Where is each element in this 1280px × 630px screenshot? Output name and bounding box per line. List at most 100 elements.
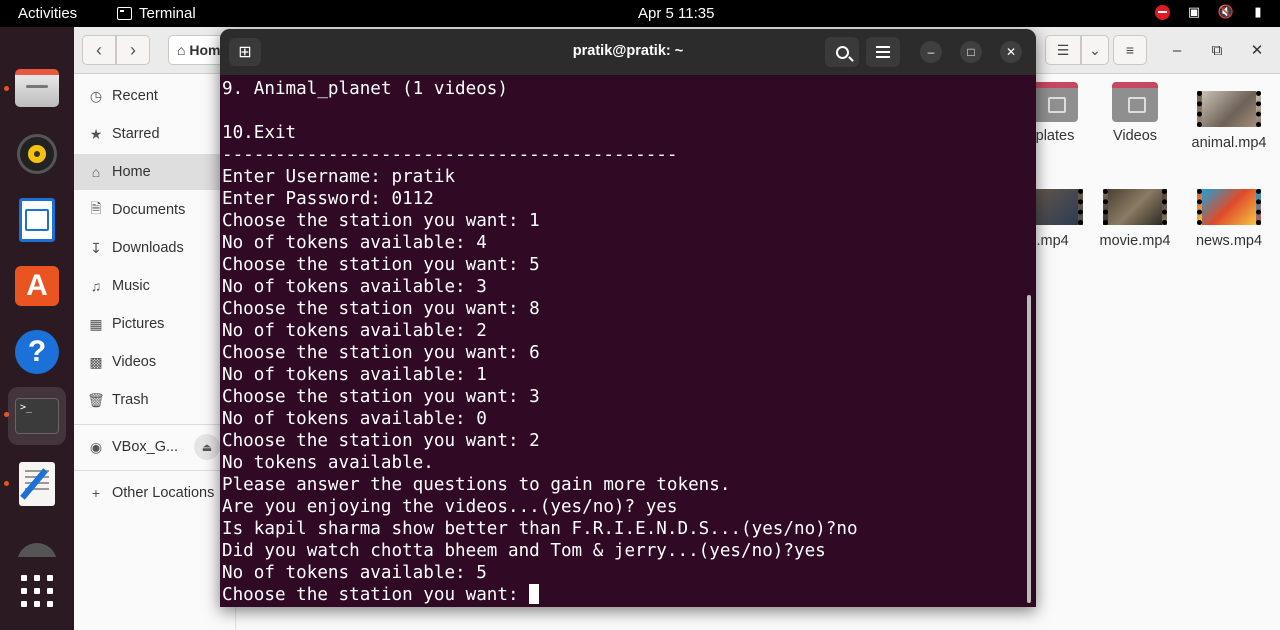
system-tray[interactable]: ▣ 🔇 ▮ [1154, 4, 1266, 20]
clock-icon: ◷ [89, 87, 103, 104]
network-icon[interactable]: ▣ [1186, 4, 1202, 20]
terminal-prompt-line[interactable]: Choose the station you want: [222, 584, 1022, 606]
sidebar-item-starred[interactable]: ★ Starred [74, 116, 236, 152]
file-animal-mp4[interactable]: animal.mp4 [1184, 91, 1274, 151]
folder-icon [1032, 82, 1078, 122]
terminal-line: Choose the station you want: 1 [222, 211, 540, 231]
terminal-app-icon: >_ [15, 398, 59, 434]
files-sidebar: ◷ Recent ★ Starred ⌂ Home 🗎 Documents ↧ Downl… [74, 74, 236, 630]
text-cursor [529, 584, 540, 604]
app-menu[interactable]: Terminal [117, 5, 196, 22]
file-videos-folder[interactable]: Videos [1090, 82, 1180, 144]
terminal-line: ----------------------------------------… [222, 145, 678, 165]
maximize-button[interactable]: ⧉ [1206, 39, 1228, 61]
dock-software[interactable]: A [8, 257, 66, 315]
search-icon [835, 45, 849, 59]
path-home-button[interactable]: ⌂ Home [168, 35, 228, 65]
file-label: l.mp4 [1033, 233, 1069, 249]
sidebar-item-downloads[interactable]: ↧ Downloads [74, 230, 236, 266]
terminal-scrollbar[interactable] [1027, 295, 1031, 603]
dock-writer[interactable] [8, 191, 66, 249]
sidebar-item-recent[interactable]: ◷ Recent [74, 78, 236, 114]
divider [74, 470, 236, 471]
clock[interactable]: Apr 5 11:35 [638, 5, 714, 22]
terminal-close-button[interactable]: ✕ [1000, 41, 1022, 63]
terminal-line: Choose the station you want: 6 [222, 343, 540, 363]
sidebar-item-label: Documents [112, 202, 186, 218]
minimize-icon: – [1172, 41, 1182, 59]
terminal-line: Choose the station you want: 3 [222, 387, 540, 407]
sidebar-item-home[interactable]: ⌂ Home [74, 154, 236, 190]
disc-icon: ◉ [89, 438, 103, 455]
sidebar-item-trash[interactable]: 🗑 Trash [74, 382, 236, 418]
files-menu-button[interactable]: ≡ [1113, 35, 1147, 65]
sidebar-item-videos[interactable]: ▩ Videos [74, 344, 236, 380]
chevron-down-icon: ⌄ [1089, 41, 1101, 58]
list-view-button[interactable]: ☰ [1045, 35, 1081, 65]
do-not-disturb-icon[interactable] [1154, 4, 1170, 20]
text-editor-icon [19, 462, 55, 506]
minimize-button[interactable]: – [1166, 39, 1188, 61]
terminal-line: No of tokens available: 1 [222, 365, 487, 385]
rhythmbox-icon [17, 134, 57, 174]
file-label: news.mp4 [1195, 233, 1263, 249]
video-icon: ▩ [89, 353, 103, 370]
picture-icon: ▦ [89, 315, 103, 332]
terminal-icon [117, 7, 132, 20]
battery-icon[interactable]: ▮ [1250, 4, 1266, 20]
plus-icon: + [91, 485, 101, 501]
terminal-line: Please answer the questions to gain more… [222, 475, 731, 495]
terminal-line: Choose the station you want: 2 [222, 431, 540, 451]
sidebar-item-music[interactable]: ♫ Music [74, 268, 236, 304]
dock-rhythmbox[interactable] [8, 125, 66, 183]
app-name: Terminal [139, 5, 196, 22]
folder-icon [1112, 82, 1158, 122]
terminal-maximize-button[interactable]: □ [960, 41, 982, 63]
close-button[interactable]: ✕ [1246, 39, 1268, 61]
show-apps-button[interactable] [8, 562, 66, 620]
terminal-search-button[interactable] [825, 37, 859, 67]
close-icon: ✕ [1250, 42, 1264, 59]
dock-help[interactable]: ? [8, 323, 66, 381]
dock-terminal[interactable]: >_ [8, 387, 66, 445]
sidebar-item-label: VBox_G... [112, 439, 179, 455]
terminal-minimize-button[interactable]: – [920, 41, 942, 63]
chevron-left-icon: ‹ [96, 39, 102, 60]
software-store-icon: A [15, 266, 59, 306]
view-options-button[interactable]: ⌄ [1081, 35, 1109, 65]
sidebar-item-label: Music [112, 278, 150, 294]
terminal-output[interactable]: 9. Animal_planet (1 videos) 10.Exit ------… [222, 78, 1022, 607]
terminal-menu-button[interactable] [866, 37, 900, 67]
video-thumbnail [1197, 189, 1261, 225]
sidebar-item-other-locations[interactable]: + Other Locations [74, 475, 236, 511]
terminal-titlebar: ⊞ pratik@pratik: ~ – □ ✕ [220, 29, 1036, 75]
sidebar-item-documents[interactable]: 🗎 Documents [74, 192, 236, 228]
eject-button[interactable]: ⏏ [194, 434, 220, 460]
forward-button[interactable]: › [116, 35, 150, 65]
sidebar-item-label: Trash [112, 392, 149, 408]
back-button[interactable]: ‹ [82, 35, 116, 65]
star-icon: ★ [89, 125, 103, 142]
file-news-mp4[interactable]: news.mp4 [1184, 189, 1274, 249]
dock: A ? >_ [0, 27, 74, 630]
help-icon: ? [15, 330, 59, 374]
sidebar-item-pictures[interactable]: ▦ Pictures [74, 306, 236, 342]
files-icon [15, 69, 59, 107]
home-icon: ⌂ [91, 164, 101, 180]
terminal-line: Enter Password: 0112 [222, 189, 434, 209]
dock-text-editor[interactable] [8, 455, 66, 513]
sidebar-item-label: Downloads [112, 240, 184, 256]
sidebar-item-label: Videos [112, 354, 157, 370]
sidebar-item-label: Other Locations [112, 485, 215, 501]
eject-icon: ⏏ [201, 441, 213, 454]
activities-button[interactable]: Activities [18, 5, 77, 22]
list-view-icon: ☰ [1056, 41, 1070, 58]
download-icon: ↧ [90, 239, 102, 256]
file-label: movie.mp4 [1099, 233, 1171, 249]
file-movie-mp4[interactable]: movie.mp4 [1090, 189, 1180, 249]
hamburger-icon [876, 51, 890, 53]
document-icon: 🗎 [90, 200, 102, 216]
terminal-line: 10.Exit [222, 123, 297, 143]
volume-muted-icon[interactable]: 🔇 [1218, 4, 1234, 20]
dock-files[interactable] [8, 59, 66, 117]
